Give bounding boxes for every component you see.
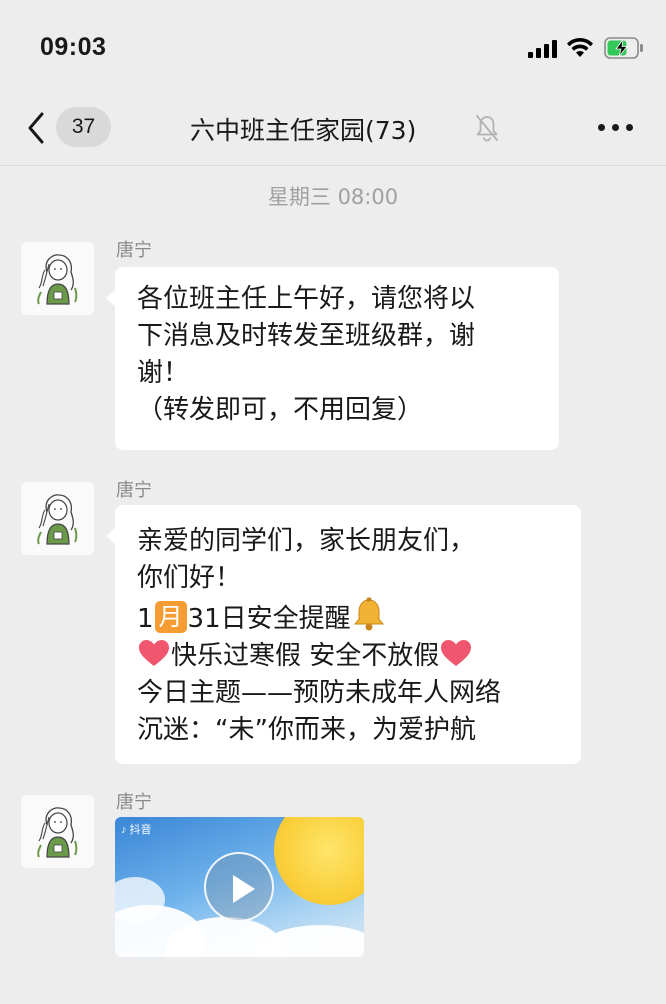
signal-icon (528, 40, 560, 58)
back-icon[interactable] (24, 110, 48, 146)
status-time: 09:03 (40, 33, 107, 61)
play-icon[interactable] (204, 852, 274, 922)
text-fragment: 1 (137, 604, 154, 634)
avatar-illustration (21, 795, 94, 868)
video-duration: 3:55 (322, 931, 356, 950)
heart-icon (139, 640, 169, 666)
sender-name: 唐宁 (116, 480, 152, 501)
message-text-line: 亲爱的同学们，家长朋友们， (137, 526, 476, 556)
message-text-line: 快乐过寒假 安全不放假 (137, 638, 559, 675)
avatar[interactable] (21, 482, 94, 555)
avatar[interactable] (21, 242, 94, 315)
message-text-line: 下消息及时转发至班级群，谢 (137, 321, 476, 351)
text-fragment: 31日安全提醒 (187, 604, 351, 634)
chat-title: 六中班主任家园(73) (190, 116, 417, 145)
bell-icon (353, 597, 384, 631)
message-text-line: （转发即可，不用回复） (137, 395, 424, 425)
message-timestamp: 星期三 08:00 (267, 185, 399, 209)
status-bar: 09:03 (0, 0, 666, 92)
message-bubble[interactable]: 亲爱的同学们，家长朋友们， 你们好！ 1 月 31日安全提醒 快乐过寒假 安全不放假… (106, 505, 581, 764)
avatar-illustration (21, 482, 94, 555)
chat-header: 37 六中班主任家园(73) (0, 92, 666, 166)
more-icon[interactable] (597, 124, 633, 132)
month-badge: 月 (154, 601, 187, 633)
video-message[interactable]: ♪ 抖音 3:55 (115, 817, 364, 957)
avatar-illustration (21, 242, 94, 315)
sender-name: 唐宁 (116, 792, 152, 813)
message-text-line: 你们好！ (137, 563, 242, 593)
video-thumbnail-sun (274, 817, 364, 905)
mute-icon (476, 115, 498, 142)
message-text-line: 沉迷：“未”你而来，为爱护航 (137, 715, 476, 745)
message-text-line: 谢！ (137, 358, 190, 388)
unread-count-badge[interactable]: 37 (56, 107, 111, 147)
text-fragment: 快乐过寒假 安全不放假 (171, 641, 440, 671)
sender-name: 唐宁 (116, 240, 152, 261)
wifi-icon (567, 37, 593, 57)
message-text-line: 各位班主任上午好，请您将以 (137, 284, 476, 314)
avatar[interactable] (21, 795, 94, 868)
message-text-line: 1 月 31日安全提醒 (137, 597, 559, 638)
battery-charging-icon (604, 37, 643, 59)
video-source-logo: ♪ 抖音 (121, 824, 152, 836)
message-bubble[interactable]: 各位班主任上午好，请您将以 下消息及时转发至班级群，谢 谢！ （转发即可，不用回… (106, 267, 559, 450)
message-text-line: 今日主题——预防未成年人网络 (137, 678, 502, 708)
heart-icon (441, 640, 472, 666)
